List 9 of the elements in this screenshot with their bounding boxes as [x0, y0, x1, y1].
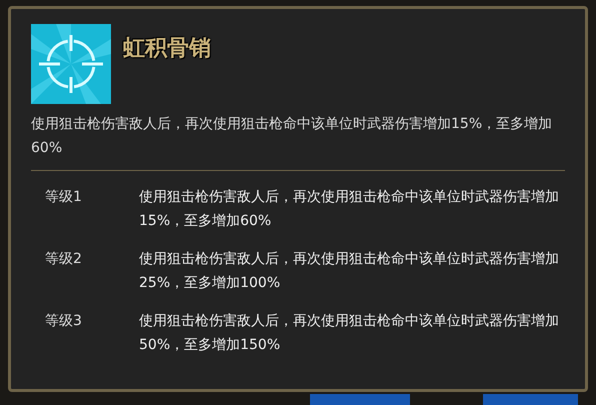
level-label: 等级2	[44, 250, 83, 269]
skill-description: 使用狙击枪伤害敌人后，再次使用狙击枪命中该单位时武器伤害增加15%，至多增加60%	[31, 115, 554, 158]
level-description: 使用狙击枪伤害敌人后，再次使用狙击枪命中该单位时武器伤害增加15%，至多增加60%	[139, 188, 560, 231]
level-label: 等级3	[44, 312, 83, 331]
level-description: 使用狙击枪伤害敌人后，再次使用狙击枪命中该单位时武器伤害增加25%，至多增加100%	[139, 250, 560, 293]
level-description: 使用狙击枪伤害敌人后，再次使用狙击枪命中该单位时武器伤害增加50%，至多增加150%	[139, 312, 560, 355]
crosshair-icon	[31, 24, 111, 104]
skill-title: 虹积骨销	[123, 35, 211, 63]
level-label: 等级1	[44, 188, 83, 207]
